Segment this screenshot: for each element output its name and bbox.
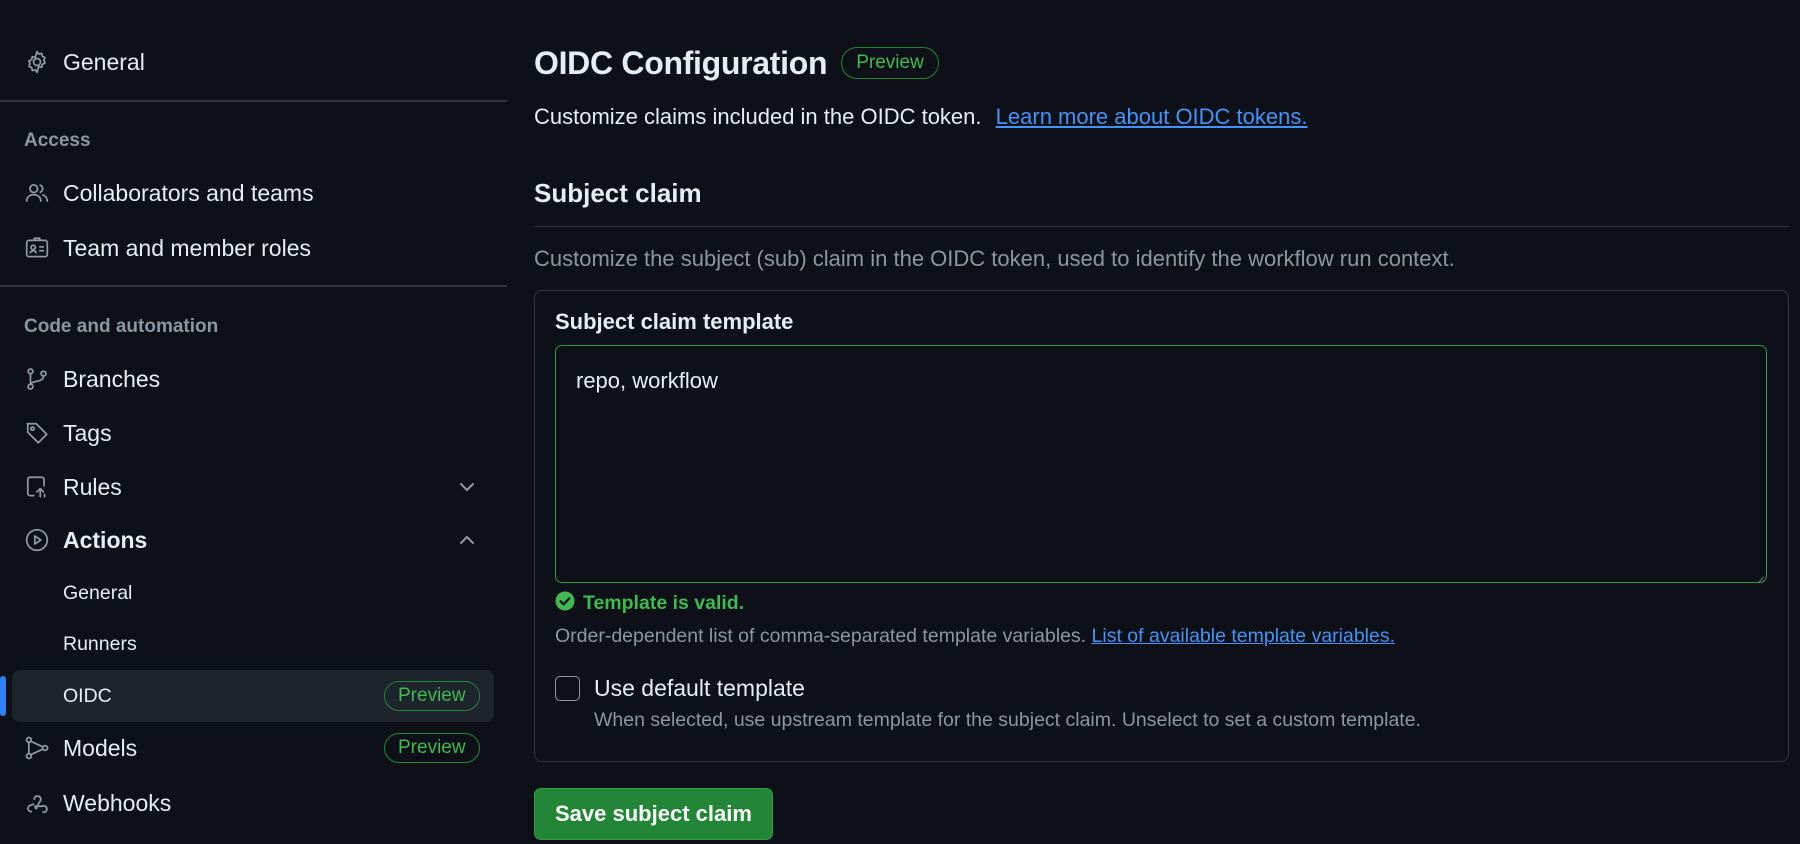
active-indicator bbox=[0, 676, 6, 716]
intro-text: Customize claims included in the OIDC to… bbox=[534, 104, 1307, 130]
page-header: OIDC Configuration Preview bbox=[534, 42, 939, 84]
sidebar-item-actions[interactable]: Actions bbox=[0, 516, 507, 564]
use-default-template-checkbox[interactable] bbox=[555, 676, 580, 701]
template-hint: Order-dependent list of comma-separated … bbox=[555, 625, 1395, 648]
sidebar-item-label: Tags bbox=[63, 419, 112, 446]
validation-status: Template is valid. bbox=[555, 591, 744, 616]
section-divider bbox=[534, 226, 1789, 227]
template-variables-link[interactable]: List of available template variables. bbox=[1092, 625, 1396, 647]
sidebar-item-rules[interactable]: Rules bbox=[0, 463, 507, 511]
sidebar-divider bbox=[0, 100, 507, 102]
play-circle-icon bbox=[24, 527, 50, 553]
chevron-up-icon[interactable] bbox=[455, 528, 479, 552]
main-content: OIDC Configuration Preview Customize cla… bbox=[534, 0, 1800, 844]
template-label: Subject claim template bbox=[555, 309, 794, 334]
section-title: Subject claim bbox=[534, 178, 702, 208]
sidebar-item-team-roles[interactable]: Team and member roles bbox=[0, 224, 507, 272]
sidebar-item-label: Actions bbox=[63, 526, 148, 553]
sidebar-item-label: Team and member roles bbox=[63, 234, 311, 261]
settings-page: General Access Collaborators and teams T… bbox=[0, 0, 1800, 844]
preview-badge: Preview bbox=[841, 47, 939, 79]
chevron-down-icon[interactable] bbox=[455, 475, 479, 499]
sidebar-section-access: Access bbox=[24, 130, 91, 151]
sidebar-divider bbox=[0, 285, 507, 287]
sidebar-subitem-label: Runners bbox=[63, 632, 137, 655]
section-description: Customize the subject (sub) claim in the… bbox=[534, 246, 1455, 271]
sidebar-item-label: General bbox=[63, 48, 145, 75]
settings-sidebar: General Access Collaborators and teams T… bbox=[0, 0, 507, 844]
check-circle-icon bbox=[555, 591, 575, 616]
sidebar-item-label: Branches bbox=[63, 365, 161, 392]
sidebar-subitem-label: General bbox=[63, 581, 133, 604]
sidebar-subitem-oidc[interactable]: OIDC Preview bbox=[12, 670, 494, 722]
subject-claim-box: Subject claim template repo, workflow Te… bbox=[534, 290, 1789, 762]
tag-icon bbox=[24, 420, 50, 446]
sidebar-subitem-actions-general[interactable]: General bbox=[12, 567, 494, 619]
sidebar-item-webhooks[interactable]: Webhooks bbox=[0, 779, 507, 827]
checkbox-help-text: When selected, use upstream template for… bbox=[594, 709, 1421, 731]
hint-text: Order-dependent list of comma-separated … bbox=[555, 625, 1087, 647]
sidebar-item-branches[interactable]: Branches bbox=[0, 355, 507, 403]
page-title: OIDC Configuration bbox=[534, 44, 828, 81]
learn-more-link[interactable]: Learn more about OIDC tokens. bbox=[996, 104, 1308, 129]
sidebar-item-general[interactable]: General bbox=[0, 38, 507, 86]
default-template-option[interactable]: Use default template bbox=[555, 675, 805, 702]
sidebar-subitem-runners[interactable]: Runners bbox=[12, 618, 494, 670]
sidebar-item-label: Rules bbox=[63, 473, 122, 500]
rules-icon bbox=[24, 474, 50, 500]
save-subject-claim-button[interactable]: Save subject claim bbox=[534, 788, 773, 840]
checkbox-label[interactable]: Use default template bbox=[594, 675, 805, 702]
sidebar-item-label: Models bbox=[63, 734, 138, 761]
sidebar-item-models[interactable]: Models Preview bbox=[0, 724, 507, 772]
sidebar-section-code: Code and automation bbox=[24, 316, 219, 337]
branch-icon bbox=[24, 366, 50, 392]
sidebar-item-label: Collaborators and teams bbox=[63, 179, 314, 206]
sidebar-subitem-label: OIDC bbox=[63, 684, 112, 707]
sidebar-item-collaborators[interactable]: Collaborators and teams bbox=[0, 169, 507, 217]
sidebar-item-label: Webhooks bbox=[63, 789, 172, 816]
intro-description: Customize claims included in the OIDC to… bbox=[534, 104, 982, 129]
preview-badge: Preview bbox=[384, 681, 480, 711]
models-icon bbox=[24, 735, 50, 761]
resize-handle[interactable] bbox=[1755, 571, 1765, 584]
people-icon bbox=[24, 180, 50, 206]
gear-icon bbox=[24, 49, 50, 75]
webhook-icon bbox=[24, 790, 50, 816]
subject-claim-template-input[interactable]: repo, workflow bbox=[555, 345, 1767, 583]
validation-message: Template is valid. bbox=[583, 592, 745, 614]
id-badge-icon bbox=[24, 235, 50, 261]
sidebar-item-tags[interactable]: Tags bbox=[0, 409, 507, 457]
preview-badge: Preview bbox=[384, 733, 480, 763]
